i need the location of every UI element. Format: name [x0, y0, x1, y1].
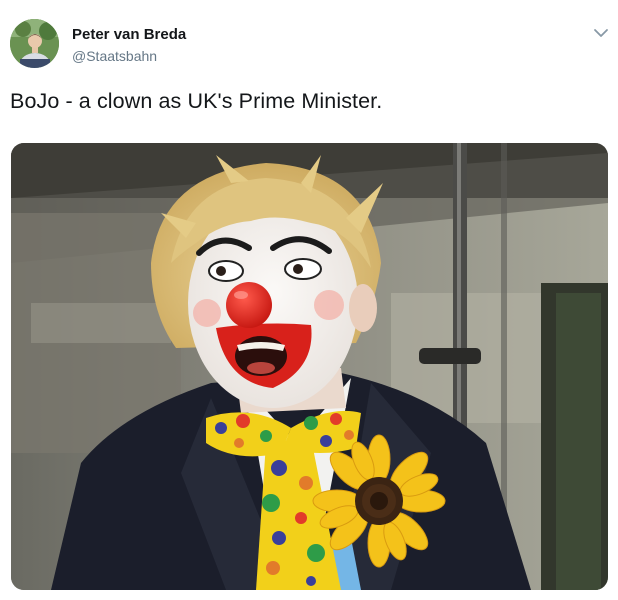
tweet-text: BoJo - a clown as UK's Prime Minister.: [10, 89, 383, 113]
avatar-image: [10, 19, 59, 68]
chevron-down-icon: [594, 29, 608, 37]
author-handle[interactable]: @Staatsbahn: [72, 48, 157, 64]
author-avatar[interactable]: [10, 19, 59, 68]
tweet-media[interactable]: [11, 143, 608, 590]
tweet-menu-button[interactable]: [592, 26, 610, 40]
author-name[interactable]: Peter van Breda: [72, 26, 186, 43]
clown-photo: [11, 143, 608, 590]
tweet-card: Peter van Breda @Staatsbahn BoJo - a clo…: [0, 0, 618, 600]
